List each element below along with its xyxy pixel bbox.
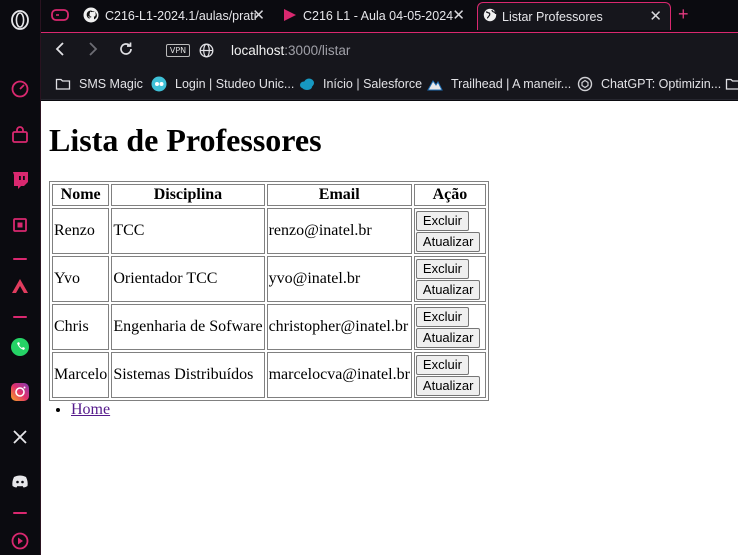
cell-email: yvo@inatel.br xyxy=(266,256,412,302)
speed-dial-icon[interactable] xyxy=(9,78,31,100)
cell-disciplina: Sistemas Distribuídos xyxy=(111,352,265,398)
back-arrow-icon[interactable] xyxy=(53,41,67,61)
bookmark-folder-overflow[interactable] xyxy=(725,75,738,93)
cell-disciplina: Engenharia de Sofware xyxy=(111,304,265,350)
column-header-acao: Ação xyxy=(413,184,486,206)
play-icon xyxy=(283,8,297,25)
reload-icon[interactable] xyxy=(118,41,134,61)
cell-acao: Excluir Atualizar xyxy=(413,256,486,302)
table-row: Chris Engenharia de Sofware christopher@… xyxy=(52,304,486,350)
url-field[interactable]: localhost:3000/listar xyxy=(231,43,350,58)
page-content: Lista de Professores Nome Disciplina Ema… xyxy=(41,101,738,555)
url-host: localhost xyxy=(231,43,285,58)
tab-listar-professores[interactable]: Listar Professores ✕ xyxy=(477,2,671,30)
table-row: Renzo TCC renzo@inatel.br Excluir Atuali… xyxy=(52,208,486,254)
new-tab-icon[interactable]: + xyxy=(678,4,689,25)
update-button[interactable]: Atualizar xyxy=(415,327,481,348)
bookmark-salesforce[interactable]: Início | Salesforce xyxy=(299,75,422,93)
tab-github[interactable]: C216-L1-2024.1/aulas/prati ✕ xyxy=(83,2,273,30)
bookmark-label: Login | Studeo Unic... xyxy=(175,77,295,91)
tab-title: Listar Professores xyxy=(502,9,603,24)
bookmark-studeo[interactable]: Login | Studeo Unic... xyxy=(151,75,294,93)
trailhead-icon xyxy=(427,76,443,92)
forward-arrow-icon[interactable] xyxy=(86,41,100,61)
list-item: Home xyxy=(71,401,110,419)
tab-close-icon[interactable]: ✕ xyxy=(649,9,662,24)
cell-nome: Marcelo xyxy=(52,352,110,398)
professors-table: Nome Disciplina Email Ação Renzo TCC ren… xyxy=(49,181,489,401)
update-button[interactable]: Atualizar xyxy=(415,279,481,300)
sidebar-divider xyxy=(13,258,27,260)
opera-logo-icon[interactable] xyxy=(9,9,31,31)
twitch-icon[interactable] xyxy=(9,169,31,191)
cell-email: marcelocva@inatel.br xyxy=(266,352,412,398)
bookmark-label: Trailhead | A maneir... xyxy=(451,77,572,91)
bookmark-label: SMS Magic xyxy=(79,77,143,91)
address-bar: VPN localhost:3000/listar xyxy=(41,32,738,68)
cell-email: christopher@inatel.br xyxy=(266,304,412,350)
nav-links: Home xyxy=(49,401,110,419)
salesforce-icon xyxy=(299,76,315,92)
bookmark-label: ChatGPT: Optimizin... xyxy=(601,77,722,91)
instagram-icon[interactable] xyxy=(9,381,31,403)
sidebar-divider xyxy=(13,316,27,318)
tab-title: C216 L1 - Aula 04-05-2024 xyxy=(303,9,454,23)
studeo-icon xyxy=(151,76,167,92)
tab-close-icon[interactable]: ✕ xyxy=(252,8,265,23)
globe-icon xyxy=(483,8,497,25)
home-link[interactable]: Home xyxy=(71,401,110,418)
column-header-email: Email xyxy=(266,184,412,206)
whatsapp-icon[interactable] xyxy=(9,336,31,358)
shopping-bag-icon[interactable] xyxy=(9,124,31,146)
tab-close-icon[interactable]: ✕ xyxy=(452,8,465,23)
page-title: Lista de Professores xyxy=(49,122,322,158)
bookmark-sms-magic[interactable]: SMS Magic xyxy=(55,75,143,93)
chatgpt-icon xyxy=(577,76,593,92)
cell-nome: Chris xyxy=(52,304,110,350)
tab-bar: C216-L1-2024.1/aulas/prati ✕ C216 L1 - A… xyxy=(41,0,738,32)
cell-nome: Yvo xyxy=(52,256,110,302)
chip-icon[interactable] xyxy=(9,214,31,236)
folder-icon xyxy=(725,76,738,92)
tab-aula[interactable]: C216 L1 - Aula 04-05-2024 ✕ xyxy=(283,2,473,30)
cell-acao: Excluir Atualizar xyxy=(413,304,486,350)
cell-nome: Renzo xyxy=(52,208,110,254)
aria-icon[interactable] xyxy=(9,275,31,297)
sidebar-divider xyxy=(13,512,27,514)
cell-disciplina: TCC xyxy=(111,208,265,254)
update-button[interactable]: Atualizar xyxy=(415,375,481,396)
table-row: Marcelo Sistemas Distribuídos marcelocva… xyxy=(52,352,486,398)
table-header-row: Nome Disciplina Email Ação xyxy=(52,184,486,206)
delete-button[interactable]: Excluir xyxy=(415,354,469,375)
player-icon[interactable] xyxy=(9,530,31,552)
bookmarks-bar: SMS Magic Login | Studeo Unic... Início … xyxy=(41,68,738,100)
url-path: :3000/listar xyxy=(284,43,351,58)
discord-icon[interactable] xyxy=(9,471,31,493)
column-header-disciplina: Disciplina xyxy=(111,184,265,206)
update-button[interactable]: Atualizar xyxy=(415,231,481,252)
delete-button[interactable]: Excluir xyxy=(415,306,469,327)
delete-button[interactable]: Excluir xyxy=(415,210,469,231)
table-row: Yvo Orientador TCC yvo@inatel.br Excluir… xyxy=(52,256,486,302)
cell-disciplina: Orientador TCC xyxy=(111,256,265,302)
gamepad-icon[interactable] xyxy=(51,8,69,27)
cell-acao: Excluir Atualizar xyxy=(413,352,486,398)
site-info-globe-icon[interactable] xyxy=(199,43,214,63)
bookmark-trailhead[interactable]: Trailhead | A maneir... xyxy=(427,75,571,93)
bookmark-chatgpt[interactable]: ChatGPT: Optimizin... xyxy=(577,75,721,93)
github-icon xyxy=(83,7,99,26)
x-twitter-icon[interactable] xyxy=(9,426,31,448)
vpn-badge[interactable]: VPN xyxy=(166,44,190,57)
column-header-nome: Nome xyxy=(52,184,110,206)
bookmark-label: Início | Salesforce xyxy=(323,77,423,91)
tab-title: C216-L1-2024.1/aulas/prati xyxy=(105,9,257,23)
folder-icon xyxy=(55,76,71,92)
delete-button[interactable]: Excluir xyxy=(415,258,469,279)
cell-acao: Excluir Atualizar xyxy=(413,208,486,254)
sidebar xyxy=(0,0,41,555)
cell-email: renzo@inatel.br xyxy=(266,208,412,254)
